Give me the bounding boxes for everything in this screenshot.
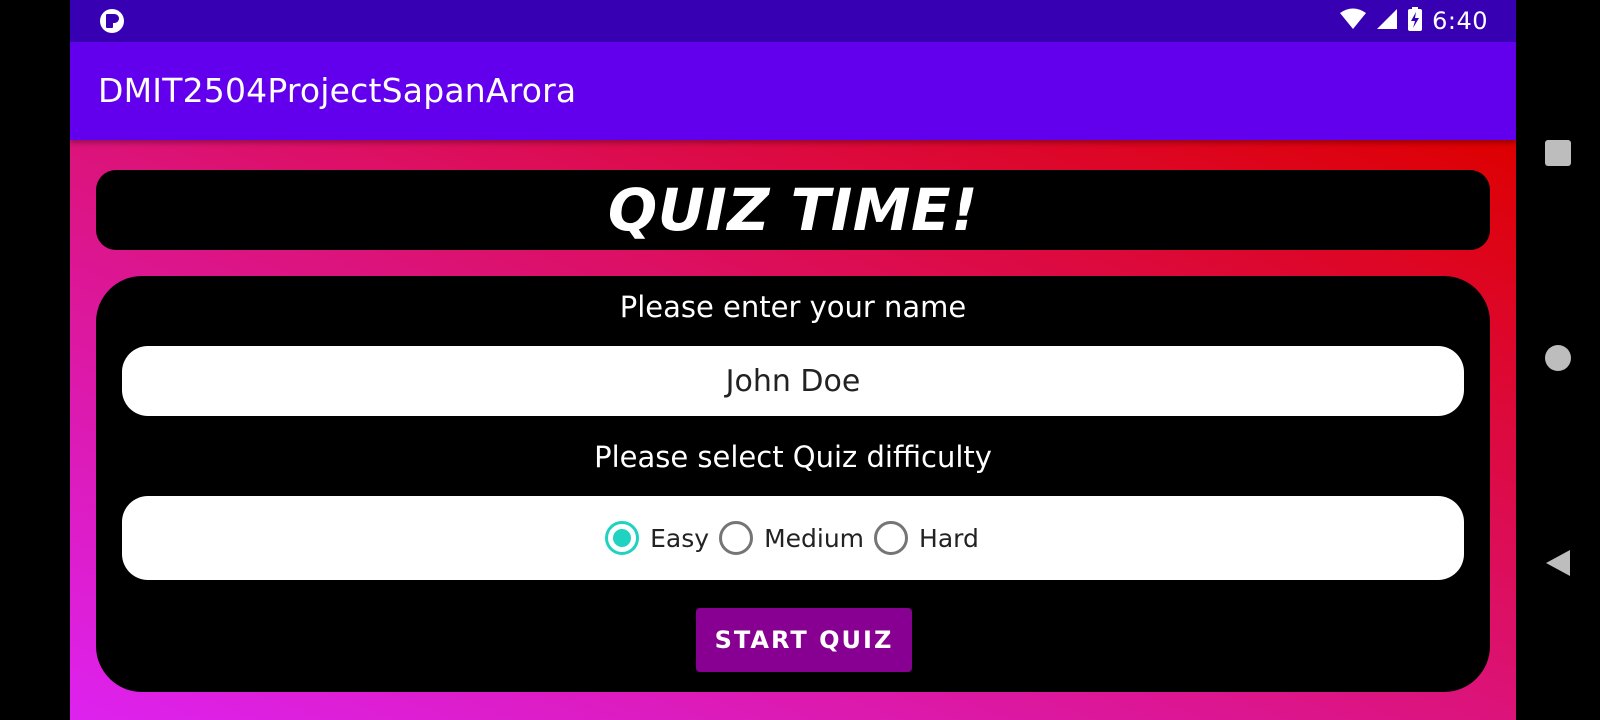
radio-button-checked-icon[interactable] <box>605 521 640 555</box>
difficulty-radio-group: Easy Medium Hard <box>122 496 1464 580</box>
form-card: Please enter your name John Doe Please s… <box>96 276 1490 692</box>
radio-button-unchecked-icon[interactable] <box>719 521 754 555</box>
quiz-heading: QUIZ TIME! <box>607 176 979 244</box>
radio-option-medium[interactable]: Medium <box>719 521 864 555</box>
phone-screen: 6:40 DMIT2504ProjectSapanArora QUIZ TIME… <box>70 0 1516 720</box>
content-area: QUIZ TIME! Please enter your name John D… <box>70 140 1516 720</box>
name-prompt: Please enter your name <box>619 290 967 324</box>
radio-label-easy: Easy <box>650 523 710 553</box>
radio-label-medium: Medium <box>764 523 865 553</box>
navigation-bar <box>1516 0 1600 720</box>
status-time: 6:40 <box>1432 7 1488 35</box>
radio-option-hard[interactable]: Hard <box>874 521 979 555</box>
difficulty-prompt: Please select Quiz difficulty <box>594 440 992 474</box>
recents-button[interactable] <box>1516 120 1600 190</box>
app-title: DMIT2504ProjectSapanArora <box>98 71 577 110</box>
back-icon <box>1544 548 1572 582</box>
recents-icon <box>1544 139 1572 171</box>
name-input[interactable]: John Doe <box>122 346 1464 416</box>
cell-signal-icon <box>1376 8 1398 34</box>
home-icon <box>1544 344 1572 376</box>
radio-option-easy[interactable]: Easy <box>605 521 709 555</box>
status-bar: 6:40 <box>70 0 1516 42</box>
app-bar: DMIT2504ProjectSapanArora <box>70 42 1516 140</box>
wifi-icon <box>1340 8 1367 34</box>
back-button[interactable] <box>1516 530 1600 600</box>
app-notification-icon <box>100 9 124 33</box>
home-button[interactable] <box>1516 325 1600 395</box>
status-bar-right: 6:40 <box>1340 0 1488 42</box>
title-card: QUIZ TIME! <box>96 170 1490 250</box>
radio-label-hard: Hard <box>919 523 979 553</box>
start-quiz-button[interactable]: START QUIZ <box>696 608 912 672</box>
battery-charging-icon <box>1408 7 1423 35</box>
radio-button-unchecked-icon[interactable] <box>874 521 909 555</box>
